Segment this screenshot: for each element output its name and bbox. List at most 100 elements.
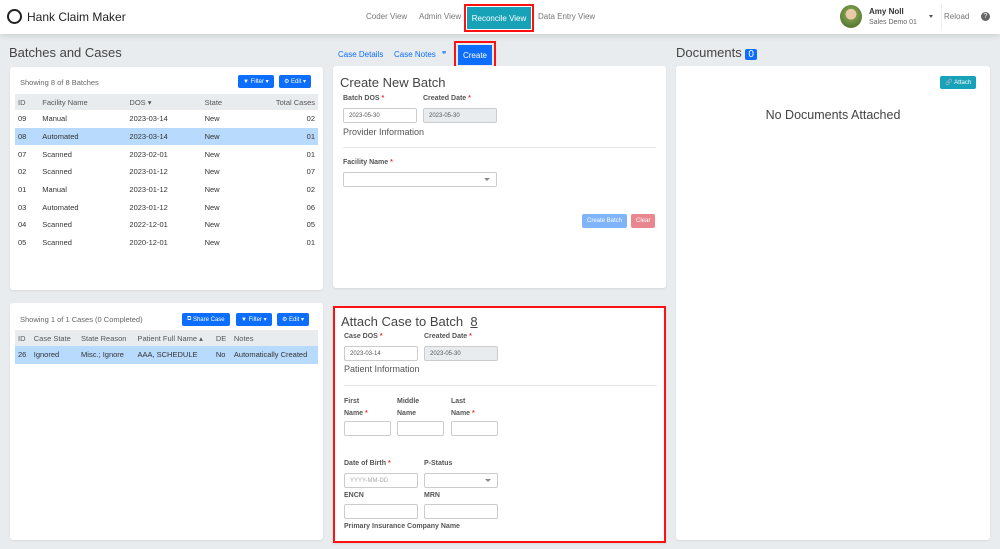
- first-name-input[interactable]: [344, 421, 391, 436]
- col-notes[interactable]: Notes: [230, 330, 318, 346]
- first-name-label: First Name *: [344, 396, 368, 420]
- nav-data-entry-view[interactable]: Data Entry View: [538, 12, 595, 21]
- facility-name-select[interactable]: [343, 172, 497, 187]
- cell: New: [204, 220, 220, 230]
- dob-input[interactable]: YYYY-MM-DD: [344, 473, 418, 488]
- sort-asc-icon: ▴: [199, 333, 203, 343]
- reload-button[interactable]: Reload: [944, 12, 969, 21]
- avatar[interactable]: [840, 5, 862, 28]
- col-state[interactable]: State: [201, 94, 242, 110]
- logo-icon: [7, 9, 22, 24]
- tab-create[interactable]: Create: [454, 41, 496, 69]
- last-name-label: Last Name *: [451, 396, 475, 420]
- table-row[interactable]: 08 Automated 2023-03-14 New 01: [15, 127, 318, 146]
- batch-filter-button[interactable]: ▼ Filter ▾: [238, 75, 274, 88]
- table-row[interactable]: 07 Scanned 2023-02-01 New 01: [15, 145, 318, 163]
- cell: Scanned: [42, 220, 72, 230]
- cases-card: Showing 1 of 1 Cases (0 Completed) ⧉ Sha…: [10, 303, 323, 540]
- col-dos-label: DOS: [129, 97, 146, 107]
- create-batch-button[interactable]: Create Batch: [582, 214, 628, 228]
- table-row[interactable]: 26 Ignored Misc.; Ignore AAA, SCHEDULE No Aut…: [15, 346, 318, 364]
- cell: 09: [18, 114, 27, 124]
- col-total-cases[interactable]: Total Cases: [241, 94, 318, 110]
- case-edit-button[interactable]: ⚙ Edit ▾: [277, 313, 310, 326]
- col-de[interactable]: DE: [212, 330, 231, 346]
- col-facility[interactable]: Facility Name: [39, 94, 127, 110]
- p-status-select[interactable]: [424, 473, 498, 488]
- documents-card: 🔗 Attach No Documents Attached: [676, 66, 990, 540]
- nav-coder-view[interactable]: Coder View: [366, 12, 407, 21]
- user-name: Amy Noll: [869, 7, 904, 16]
- created-date-label: Created Date *: [423, 95, 471, 102]
- created-date-input: 2023-05-30: [424, 346, 498, 361]
- case-filter-button[interactable]: ▼ Filter ▾: [236, 313, 272, 326]
- label-text: Name: [397, 410, 417, 417]
- required-mark: *: [379, 333, 383, 340]
- table-row[interactable]: 01 Manual 2023-01-12 New 02: [15, 181, 318, 199]
- required-mark: *: [472, 410, 475, 417]
- cell: 2023-02-01: [129, 149, 168, 159]
- clear-button[interactable]: Clear: [631, 214, 656, 228]
- batch-edit-button[interactable]: ⚙ Edit ▾: [279, 75, 312, 88]
- nav-reconcile-view[interactable]: Reconcile View: [464, 4, 534, 32]
- required-mark: *: [390, 159, 393, 166]
- cell: 08: [15, 127, 40, 146]
- documents-count-badge: 0: [745, 49, 757, 60]
- cell: New: [201, 127, 242, 146]
- cell: 2023-03-14: [129, 114, 168, 124]
- cell: New: [204, 114, 220, 124]
- batches-and-cases-title: Batches and Cases: [9, 45, 122, 60]
- cases-count: Showing 1 of 1 Cases (0 Completed): [20, 315, 143, 324]
- col-state-reason[interactable]: State Reason: [78, 330, 135, 346]
- required-mark: *: [468, 95, 471, 102]
- batch-number-link[interactable]: 8: [470, 314, 477, 329]
- divider: [344, 385, 657, 386]
- col-case-state[interactable]: Case State: [30, 330, 79, 346]
- top-nav: Hank Claim Maker Coder View Admin View R…: [0, 0, 1000, 34]
- col-id[interactable]: ID: [15, 330, 31, 346]
- last-name-input[interactable]: [451, 421, 498, 436]
- help-icon[interactable]: ?: [981, 12, 990, 21]
- cell: 01: [18, 185, 27, 195]
- brand[interactable]: Hank Claim Maker: [7, 9, 126, 24]
- encn-input[interactable]: [344, 504, 418, 519]
- table-row[interactable]: 03 Automated 2023-01-12 New 06: [15, 198, 318, 216]
- mrn-input[interactable]: [424, 504, 498, 519]
- label-text: Name: [344, 410, 364, 417]
- cell: Automated: [42, 202, 79, 212]
- table-row[interactable]: 02 Scanned 2023-01-12 New 07: [15, 163, 318, 181]
- batches-table: ID Facility Name DOS ▾ State Total Cases 09 M…: [15, 94, 318, 252]
- table-row[interactable]: 04 Scanned 2022-12-01 New 05: [15, 216, 318, 234]
- middle-name-input[interactable]: [397, 421, 444, 436]
- user-dropdown-icon[interactable]: [929, 15, 933, 18]
- label-text: Name: [451, 410, 471, 417]
- patient-info-heading: Patient Information: [344, 364, 420, 374]
- table-row[interactable]: 05 Scanned 2020-12-01 New 01: [15, 234, 318, 252]
- cell: Automatically Created: [230, 346, 318, 364]
- col-dos[interactable]: DOS ▾: [126, 94, 202, 110]
- table-row[interactable]: 09 Manual 2023-03-14 New 02: [15, 110, 318, 128]
- tab-case-details[interactable]: Case Details: [338, 50, 383, 59]
- created-date-input: 2023-05-30: [423, 108, 497, 123]
- label-text: Batch DOS: [343, 95, 380, 102]
- created-date-label: Created Date *: [424, 333, 472, 340]
- notes-icon: ❞: [442, 50, 447, 59]
- create-batch-card: Create New Batch Batch DOS * 2023-05-30 …: [333, 66, 666, 288]
- insurance-label: Primary Insurance Company Name: [344, 523, 460, 530]
- cell: 2023-01-12: [129, 185, 168, 195]
- nav-admin-view[interactable]: Admin View: [419, 12, 461, 21]
- attach-case-title: Attach Case to Batch 8: [341, 314, 478, 329]
- cell: 02: [306, 185, 315, 195]
- cell: 02: [306, 114, 315, 124]
- batch-dos-input[interactable]: 2023-05-30: [343, 108, 417, 123]
- case-dos-input[interactable]: 2023-03-14: [344, 346, 418, 361]
- attach-button[interactable]: 🔗 Attach: [940, 76, 977, 89]
- col-id[interactable]: ID: [15, 94, 40, 110]
- cell: Manual: [42, 185, 67, 195]
- cell: 2020-12-01: [129, 238, 168, 248]
- share-case-button[interactable]: ⧉ Share Case: [182, 313, 230, 326]
- label-text: Created Date: [423, 95, 467, 102]
- tab-case-notes[interactable]: Case Notes: [394, 50, 436, 59]
- col-patient-name[interactable]: Patient Full Name ▴: [134, 330, 213, 346]
- cell: New: [204, 185, 220, 195]
